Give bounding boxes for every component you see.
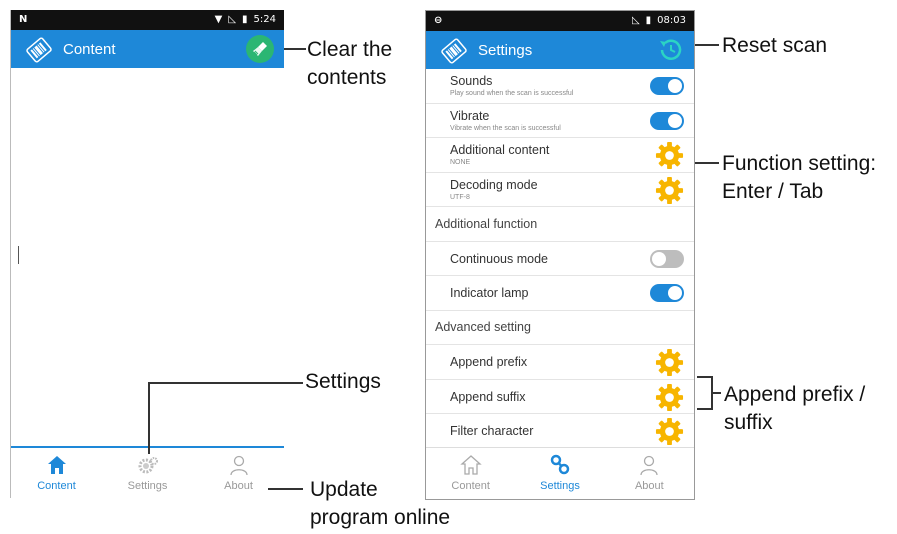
callout-update-online: Update program online <box>310 476 450 532</box>
setting-label: Filter character <box>450 424 534 438</box>
signal-icon: ◺ <box>228 14 237 25</box>
gear-icon[interactable] <box>655 383 684 412</box>
vibrate-toggle[interactable] <box>650 111 684 130</box>
setting-label: Additional content <box>450 143 550 157</box>
bottom-tab-bar: Content Settings About <box>426 447 694 499</box>
setting-label: Sounds <box>450 74 493 88</box>
notification-icon: ⊖ <box>434 15 443 26</box>
callout-line-update <box>268 488 303 490</box>
gear-icon[interactable] <box>655 348 684 377</box>
callout-line-settings-vertical <box>148 382 150 454</box>
callout-text: Enter / Tab <box>722 180 824 203</box>
section-header-advanced-setting: Advanced setting <box>426 311 694 345</box>
setting-label: Continuous mode <box>450 251 548 266</box>
callout-bracket-top <box>697 376 711 378</box>
broom-icon <box>253 42 267 56</box>
setting-label: Indicator lamp <box>450 286 529 300</box>
signal-icon: ◺ <box>631 15 640 26</box>
callout-text: contents <box>307 66 387 89</box>
home-icon <box>47 456 66 474</box>
setting-value: UTF-8 <box>450 193 470 201</box>
callout-text: suffix <box>724 411 773 434</box>
status-time: 08:03 <box>657 15 686 26</box>
app-bar: Settings <box>426 31 694 69</box>
text-cursor <box>18 246 19 264</box>
tab-label: Settings <box>540 480 580 492</box>
indicator-lamp-toggle[interactable] <box>650 284 684 302</box>
settings-screen: ⊖ ◺ ▮ 08:03 Settings Sounds Play sound w… <box>425 10 695 500</box>
section-header-additional-function: Additional function <box>426 207 694 242</box>
setting-label: Decoding mode <box>450 177 538 192</box>
setting-append-prefix[interactable]: Append prefix <box>426 345 694 380</box>
clear-contents-button[interactable] <box>246 35 274 63</box>
gear-icon[interactable] <box>655 417 684 446</box>
battery-icon: ▮ <box>242 14 248 25</box>
setting-label: Append prefix <box>450 355 528 369</box>
gears-icon <box>138 457 158 474</box>
tab-content[interactable]: Content <box>11 448 102 498</box>
callout-settings: Settings <box>305 370 381 393</box>
callout-text: Function setting: <box>722 152 877 175</box>
content-screen: N ▼ ◺ ▮ 5:24 Content Content Settings Ab… <box>10 10 284 498</box>
setting-decoding-mode[interactable]: Decoding mode UTF-8 <box>426 173 694 207</box>
setting-description: Play sound when the scan is successful <box>450 90 574 97</box>
settings-link-icon <box>550 454 570 475</box>
person-icon <box>640 455 658 476</box>
battery-icon: ▮ <box>645 15 652 26</box>
callout-text: program online <box>310 506 451 529</box>
tab-settings[interactable]: Settings <box>102 448 193 498</box>
continuous-mode-toggle[interactable] <box>650 249 684 268</box>
setting-vibrate: Vibrate Vibrate when the scan is success… <box>426 104 694 138</box>
tab-label: Content <box>37 480 76 492</box>
app-logo-icon <box>441 38 467 64</box>
setting-append-suffix[interactable]: Append suffix <box>426 380 694 414</box>
tab-label: Content <box>451 480 490 492</box>
status-bar: ⊖ ◺ ▮ 08:03 <box>426 11 694 31</box>
callout-bracket-bottom <box>697 408 711 410</box>
callout-clear-contents: Clear the contents <box>307 36 392 92</box>
setting-additional-content[interactable]: Additional content NONE <box>426 138 694 173</box>
setting-indicator-lamp: Indicator lamp <box>426 276 694 311</box>
app-bar: Content <box>11 30 284 68</box>
reset-scan-button[interactable] <box>656 35 686 65</box>
tab-label: Settings <box>127 480 168 492</box>
home-icon <box>459 455 482 475</box>
sounds-toggle[interactable] <box>650 77 684 95</box>
callout-text: Clear the <box>307 38 393 61</box>
tab-about[interactable]: About <box>605 448 694 499</box>
setting-continuous-mode: Continuous mode <box>426 242 694 276</box>
setting-sounds: Sounds Play sound when the scan is succe… <box>426 69 694 104</box>
setting-description: Vibrate when the scan is successful <box>450 124 561 132</box>
setting-label: Append suffix <box>450 389 526 404</box>
tab-settings[interactable]: Settings <box>515 448 604 499</box>
tab-label: About <box>224 480 253 492</box>
tab-about[interactable]: About <box>193 448 284 498</box>
status-bar: N ▼ ◺ ▮ 5:24 <box>11 10 284 30</box>
app-logo-icon <box>26 37 52 63</box>
status-time: 5:24 <box>253 14 276 25</box>
setting-filter-character[interactable]: Filter character <box>426 414 694 449</box>
callout-line-function <box>695 162 719 164</box>
setting-value: NONE <box>450 159 471 166</box>
callout-line-settings <box>148 382 303 384</box>
person-icon <box>229 455 248 476</box>
callout-line-reset <box>695 44 719 46</box>
callout-append-prefix-suffix: Append prefix / suffix <box>724 381 865 437</box>
callout-reset-scan: Reset scan <box>722 34 828 57</box>
callout-text: Append prefix / <box>724 383 866 406</box>
gear-icon[interactable] <box>655 176 684 205</box>
callout-line-clear <box>284 48 306 50</box>
tab-label: About <box>634 480 664 492</box>
page-title: Settings <box>478 42 533 59</box>
callout-text: Update <box>310 478 378 501</box>
page-title: Content <box>63 41 116 58</box>
setting-label: Vibrate <box>450 108 490 123</box>
settings-list: Sounds Play sound when the scan is succe… <box>426 69 694 449</box>
carrier-icon: N <box>19 14 28 25</box>
wifi-icon: ▼ <box>214 14 223 25</box>
callout-function-setting: Function setting: Enter / Tab <box>722 150 876 206</box>
gear-icon[interactable] <box>655 141 684 170</box>
callout-bracket-tick <box>711 392 721 394</box>
